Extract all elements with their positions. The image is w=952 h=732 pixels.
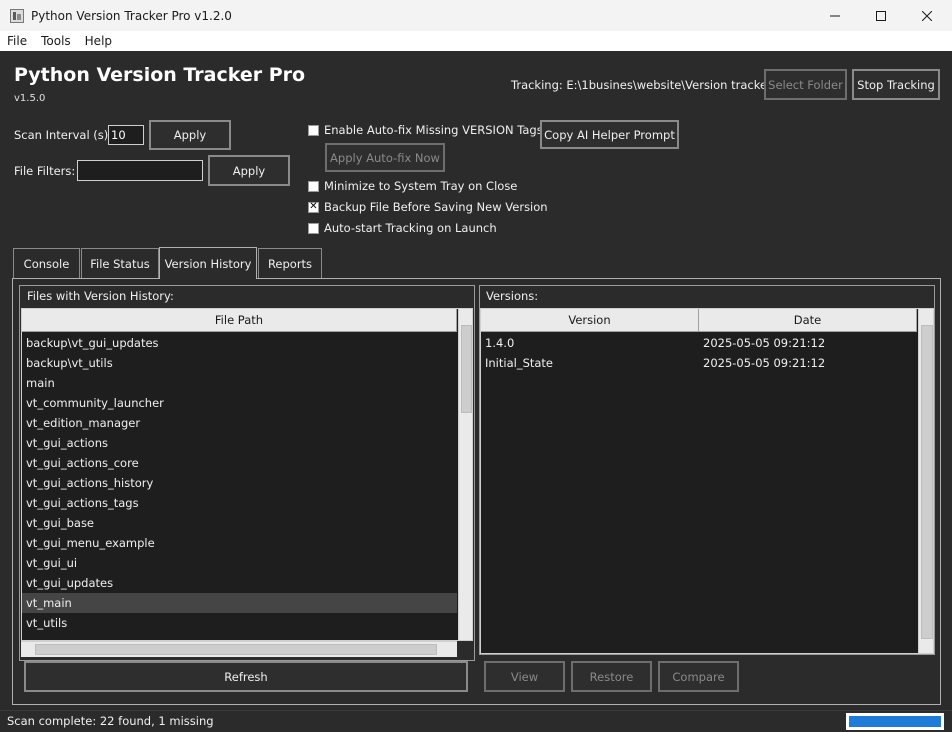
window-title: Python Version Tracker Pro v1.2.0	[31, 8, 232, 23]
versions-tree[interactable]: Version Date 1.4.0 2025-05-05 09:21:12 Ini…	[480, 308, 934, 654]
app-version: v1.5.0	[14, 93, 46, 104]
file-list-item[interactable]: backup\vt_utils	[22, 353, 457, 373]
menu-tools[interactable]: Tools	[34, 34, 78, 48]
checkbox-checked-icon[interactable]: ✕	[308, 201, 319, 213]
app-icon	[9, 8, 25, 24]
main-window: Python Version Tracker Pro v1.5.0 Tracki…	[0, 51, 952, 710]
menu-file[interactable]: File	[0, 34, 34, 48]
status-text: Scan complete: 22 found, 1 missing	[7, 714, 214, 728]
progress-fill	[849, 716, 941, 727]
backup-checkbox[interactable]: ✕ Backup File Before Saving New Version	[308, 200, 548, 214]
file-list-item[interactable]: vt_gui_menu_example	[22, 533, 457, 553]
maximize-icon[interactable]	[858, 0, 904, 31]
progress-bar	[846, 713, 944, 730]
minimize-tray-checkbox[interactable]: Minimize to System Tray on Close	[308, 179, 517, 193]
file-list-item[interactable]: vt_gui_actions_core	[22, 453, 457, 473]
close-icon[interactable]	[904, 0, 950, 31]
copy-ai-helper-prompt-button[interactable]: Copy AI Helper Prompt	[540, 120, 679, 149]
menu-help[interactable]: Help	[78, 34, 119, 48]
versions-vertical-scrollbar[interactable]	[918, 309, 933, 653]
autostart-label: Auto-start Tracking on Launch	[324, 221, 497, 235]
autostart-checkbox[interactable]: Auto-start Tracking on Launch	[308, 221, 497, 235]
select-folder-button[interactable]: Select Folder	[764, 69, 847, 100]
file-list-item[interactable]: vt_main	[22, 593, 457, 613]
checkbox-box[interactable]	[308, 124, 319, 136]
file-list-item[interactable]: vt_gui_base	[22, 513, 457, 533]
app-heading: Python Version Tracker Pro	[14, 64, 306, 86]
tab-version-history[interactable]: Version History	[159, 247, 257, 279]
date-column-header[interactable]: Date	[699, 309, 917, 332]
tab-reports[interactable]: Reports	[258, 248, 322, 278]
scroll-thumb[interactable]	[461, 325, 472, 413]
scan-interval-label: Scan Interval (s):	[14, 128, 113, 142]
version-history-panel: Files with Version History: File Path ba…	[12, 278, 941, 705]
restore-button[interactable]: Restore	[571, 661, 652, 692]
minimize-tray-label: Minimize to System Tray on Close	[324, 179, 518, 193]
tab-file-status[interactable]: File Status	[81, 248, 159, 278]
files-horizontal-scrollbar[interactable]	[21, 641, 457, 657]
minimize-icon[interactable]	[812, 0, 858, 31]
date-cell: 2025-05-05 09:21:12	[703, 356, 826, 370]
file-filters-label: File Filters:	[14, 164, 76, 178]
file-list-item[interactable]: backup\vt_gui_updates	[22, 333, 457, 353]
date-cell: 2025-05-05 09:21:12	[703, 336, 826, 350]
versions-label: Versions:	[486, 289, 539, 303]
autofix-label: Enable Auto-fix Missing VERSION Tags	[324, 123, 543, 137]
file-list-item[interactable]: vt_gui_updates	[22, 573, 457, 593]
scan-interval-apply-button[interactable]: Apply	[149, 120, 231, 150]
file-filters-apply-button[interactable]: Apply	[208, 155, 290, 186]
scroll-thumb[interactable]	[921, 325, 933, 639]
title-bar: Python Version Tracker Pro v1.2.0	[0, 0, 952, 31]
file-list-item[interactable]: main	[22, 373, 457, 393]
file-filters-input[interactable]	[77, 160, 203, 181]
version-cell: Initial_State	[485, 356, 554, 370]
backup-label: Backup File Before Saving New Version	[324, 200, 548, 214]
version-row[interactable]: 1.4.0 2025-05-05 09:21:12	[481, 333, 917, 353]
menu-bar: File Tools Help	[0, 31, 952, 51]
view-button[interactable]: View	[484, 661, 565, 692]
status-bar: Scan complete: 22 found, 1 missing	[0, 710, 952, 732]
version-column-header[interactable]: Version	[481, 309, 699, 332]
scan-interval-input[interactable]: 10	[108, 125, 144, 145]
compare-button[interactable]: Compare	[658, 661, 739, 692]
file-path-header[interactable]: File Path	[22, 309, 457, 332]
horizontal-scroll-thumb[interactable]	[35, 644, 437, 655]
file-list-item[interactable]: vt_gui_actions	[22, 433, 457, 453]
checkbox-box[interactable]	[308, 180, 319, 192]
version-cell: 1.4.0	[485, 336, 515, 350]
version-row[interactable]: Initial_State 2025-05-05 09:21:12	[481, 353, 917, 373]
apply-autofix-now-button[interactable]: Apply Auto-fix Now	[325, 143, 445, 172]
file-list-item[interactable]: vt_utils	[22, 613, 457, 633]
files-tree[interactable]: File Path backup\vt_gui_updates backup\vt…	[21, 308, 473, 641]
refresh-button[interactable]: Refresh	[24, 661, 468, 692]
tracking-path-label: Tracking: E:\1busines\website\Version tr…	[511, 78, 772, 92]
file-list-item[interactable]: vt_edition_manager	[22, 413, 457, 433]
files-label: Files with Version History:	[27, 289, 174, 303]
tab-console[interactable]: Console	[13, 248, 80, 278]
files-vertical-scrollbar[interactable]	[458, 309, 472, 640]
file-list-item[interactable]: vt_gui_ui	[22, 553, 457, 573]
file-list-item[interactable]: vt_community_launcher	[22, 393, 457, 413]
checkbox-box[interactable]	[308, 222, 319, 234]
file-list-item[interactable]: vt_gui_actions_tags	[22, 493, 457, 513]
autofix-checkbox[interactable]: Enable Auto-fix Missing VERSION Tags	[308, 123, 543, 137]
stop-tracking-button[interactable]: Stop Tracking	[852, 69, 940, 100]
file-list-item[interactable]: vt_gui_actions_history	[22, 473, 457, 493]
